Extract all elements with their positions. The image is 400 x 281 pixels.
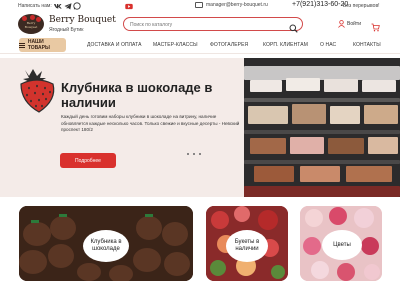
logo-badge: Berry Bouquet (18, 14, 44, 34)
strawberry-illustration (15, 66, 61, 116)
login-label: Войти (347, 21, 361, 27)
search-box (123, 17, 303, 33)
menu-icon (19, 42, 25, 48)
search-input[interactable] (130, 20, 280, 29)
nav-item-gallery[interactable]: ФОТОГАЛЕРЕЯ (210, 42, 248, 48)
write-us-label: Написать нам: (18, 3, 52, 9)
brand-logo[interactable]: Berry Bouquet Berry Bouquet Ягодный Бути… (18, 14, 116, 34)
brand-tagline: Ягодный Бутик (49, 27, 84, 33)
nav-item-master-classes[interactable]: МАСТЕР-КЛАССЫ (153, 42, 198, 48)
our-goods-label: НАШИ ТОВАРЫ (27, 39, 50, 51)
showcase-photo (244, 58, 400, 197)
card-label-bouquets: Букеты в наличии (226, 230, 268, 262)
nav-item-corporate[interactable]: КОРП. КЛИЕНТАМ (263, 42, 308, 48)
slider-dot-1[interactable] (187, 153, 189, 155)
mail-icon (195, 2, 203, 8)
phone-number[interactable]: +7(921)313-60-20 (292, 1, 348, 8)
hero-description: Каждый день готовим наборы клубники в шо… (61, 114, 240, 133)
nav-item-about[interactable]: О НАС (320, 42, 336, 48)
top-bar: Написать нам: manager@berry-bouquet.ru +… (0, 0, 400, 14)
card-label-flowers: Цветы (322, 230, 362, 260)
slider-dot-2[interactable] (193, 153, 195, 155)
login-link[interactable]: Войти (338, 20, 361, 28)
search-icon[interactable] (289, 20, 298, 33)
category-card-flowers[interactable]: Цветы (300, 206, 382, 281)
email-link[interactable]: manager@berry-bouquet.ru (195, 2, 268, 8)
slider-dots (187, 153, 201, 155)
category-card-strawberry[interactable]: Клубника в шоколаде (19, 206, 193, 281)
nav-divider (0, 53, 400, 54)
telegram-icon[interactable] (64, 2, 72, 10)
email-text: manager@berry-bouquet.ru (206, 2, 268, 8)
user-icon (338, 20, 345, 28)
brand-name: Berry Bouquet (49, 15, 116, 25)
vk-icon[interactable] (54, 2, 62, 10)
nav-item-contacts[interactable]: КОНТАКТЫ (353, 42, 381, 48)
hero-more-button[interactable]: Подробнее (60, 153, 116, 168)
card-label-strawberry: Клубника в шоколаде (83, 230, 129, 262)
whatsapp-icon[interactable] (73, 2, 81, 10)
nav-item-delivery[interactable]: ДОСТАВКА И ОПЛАТА (87, 42, 142, 48)
youtube-icon[interactable] (125, 2, 133, 10)
work-hours: Без перерывов! (343, 3, 380, 9)
slider-dot-3[interactable] (199, 153, 201, 155)
main-nav: НАШИ ТОВАРЫ ДОСТАВКА И ОПЛАТА МАСТЕР-КЛА… (0, 38, 400, 53)
category-card-bouquets[interactable]: Букеты в наличии (206, 206, 288, 281)
our-goods-button[interactable]: НАШИ ТОВАРЫ (19, 38, 66, 52)
cart-icon[interactable] (371, 19, 380, 32)
hero-title: Клубника в шоколаде в наличии (61, 80, 213, 110)
